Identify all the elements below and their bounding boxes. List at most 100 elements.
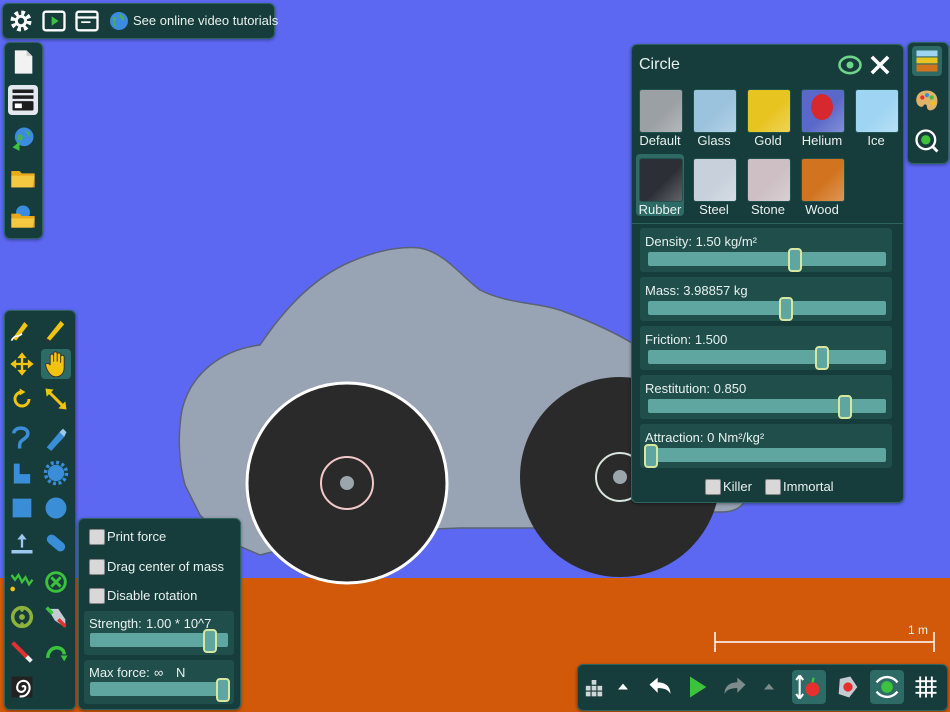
slider-box-restitution: Restitution: 0.850 — [640, 375, 892, 419]
snap-grid-icon[interactable] — [579, 672, 609, 702]
max-force-slider-track[interactable] — [90, 682, 228, 696]
gear-shape-icon[interactable] — [41, 458, 71, 488]
drag-hand-icon[interactable] — [41, 349, 71, 379]
polygon-shape-icon[interactable] — [7, 458, 37, 488]
material-tab-icon[interactable] — [912, 46, 942, 76]
disable-rotation-label: Disable rotation — [107, 588, 198, 603]
print-force-checkbox[interactable] — [89, 529, 105, 545]
material-default[interactable] — [639, 89, 683, 133]
new-document-icon[interactable] — [8, 47, 38, 77]
max-force-value: ∞ — [154, 665, 164, 680]
fixate-icon[interactable] — [41, 567, 71, 597]
slider-thumb[interactable] — [787, 248, 802, 272]
slider-track[interactable] — [648, 350, 886, 364]
immortal-label: Immortal — [783, 479, 834, 494]
disable-rotation-checkbox[interactable] — [89, 588, 105, 604]
close-icon[interactable] — [865, 50, 895, 80]
box-shape-icon[interactable] — [7, 493, 37, 523]
material-label: Steel — [699, 202, 729, 217]
scale-label: 1 m — [908, 623, 929, 637]
pen-icon[interactable] — [41, 423, 71, 453]
strength-label: Strength: — [89, 616, 142, 631]
slider-label: Restitution: 0.850 — [645, 381, 747, 396]
material-wood[interactable] — [801, 158, 845, 202]
redo-icon[interactable] — [720, 672, 750, 702]
open-folder-icon[interactable] — [8, 163, 38, 193]
max-force-slider-box: Max force: ∞ N — [84, 660, 234, 704]
max-force-slider-thumb[interactable] — [216, 678, 230, 702]
slider-thumb[interactable] — [778, 297, 793, 321]
air-friction-icon[interactable] — [832, 671, 864, 703]
slider-box-mass: Mass: 3.98857 kg — [640, 277, 892, 321]
spring-icon[interactable] — [7, 567, 37, 597]
thruster-icon[interactable] — [41, 602, 71, 632]
material-label: Rubber — [638, 202, 682, 217]
object-properties-panel: Circle Default Glass Gold Helium Ice Rubber St… — [631, 44, 904, 503]
rope-icon[interactable] — [7, 423, 37, 453]
up-arrow-small-icon-2[interactable] — [759, 672, 779, 702]
tutorials-link[interactable]: See online video tutorials — [133, 13, 278, 28]
play-icon[interactable] — [682, 672, 712, 702]
strength-value: 1.00 * 10^7 — [146, 616, 212, 631]
slider-label: Friction: 1.500 — [645, 332, 728, 347]
killer-label: Killer — [723, 479, 752, 494]
spiral-texture-icon[interactable] — [7, 672, 37, 702]
drag-center-of-mass-label: Drag center of mass — [107, 559, 225, 574]
scale-icon[interactable] — [41, 384, 71, 414]
killer-checkbox[interactable] — [705, 479, 721, 495]
material-label: Gold — [754, 133, 782, 148]
slider-track[interactable] — [648, 448, 886, 462]
side-tabs — [907, 42, 949, 164]
material-glass[interactable] — [693, 89, 737, 133]
max-force-label: Max force: — [89, 665, 150, 680]
move-icon[interactable] — [7, 349, 37, 379]
slider-track[interactable] — [648, 252, 886, 266]
material-gold[interactable] — [747, 89, 791, 133]
play-scene-icon[interactable] — [39, 6, 69, 36]
material-ice[interactable] — [855, 89, 899, 133]
script-icon[interactable] — [912, 126, 942, 156]
material-steel[interactable] — [693, 158, 737, 202]
slider-label: Density: 1.50 kg/m² — [645, 234, 757, 249]
slider-box-friction: Friction: 1.500 — [640, 326, 892, 370]
material-stone[interactable] — [747, 158, 791, 202]
grid-icon[interactable] — [911, 672, 941, 702]
hinge-icon[interactable] — [7, 602, 37, 632]
pencil-icon[interactable] — [41, 314, 71, 344]
rotate-icon[interactable] — [7, 384, 37, 414]
scene-list-icon[interactable] — [8, 85, 38, 115]
gear-icon[interactable] — [6, 6, 36, 36]
slider-thumb[interactable] — [644, 444, 658, 468]
panel-title: Circle — [639, 56, 680, 73]
open-online-folder-icon[interactable] — [8, 201, 38, 231]
simulation-toolbar — [577, 664, 948, 711]
immortal-checkbox[interactable] — [765, 479, 781, 495]
tracer-icon[interactable] — [41, 637, 71, 667]
gravity-icon[interactable] — [792, 670, 826, 704]
material-label: Wood — [805, 202, 839, 217]
globe-icon[interactable] — [107, 6, 131, 36]
slider-thumb[interactable] — [837, 395, 852, 419]
undo-icon[interactable] — [645, 672, 675, 702]
online-scenes-icon[interactable] — [8, 123, 38, 153]
slider-thumb[interactable] — [815, 346, 829, 370]
circle-shape-icon[interactable] — [41, 493, 71, 523]
material-rubber[interactable] — [639, 158, 683, 202]
drag-center-of-mass-checkbox[interactable] — [89, 559, 105, 575]
eye-icon[interactable] — [835, 50, 865, 80]
plane-icon[interactable] — [7, 528, 37, 558]
up-arrow-small-icon[interactable] — [613, 672, 633, 702]
slider-track[interactable] — [648, 301, 886, 315]
slider-box-density: Density: 1.50 kg/m² — [640, 228, 892, 272]
window-icon[interactable] — [72, 6, 102, 36]
material-label: Stone — [751, 202, 785, 217]
capsule-shape-icon[interactable] — [41, 528, 71, 558]
max-force-unit: N — [176, 665, 186, 680]
slider-label: Mass: 3.98857 kg — [645, 283, 748, 298]
palette-icon[interactable] — [912, 86, 942, 116]
strength-slider-thumb[interactable] — [203, 629, 218, 653]
laser-icon[interactable] — [7, 637, 37, 667]
controller-icon[interactable] — [870, 670, 904, 704]
sketch-pencil-icon[interactable] — [7, 314, 37, 344]
slider-label: Attraction: 0 Nm²/kg² — [645, 430, 765, 445]
